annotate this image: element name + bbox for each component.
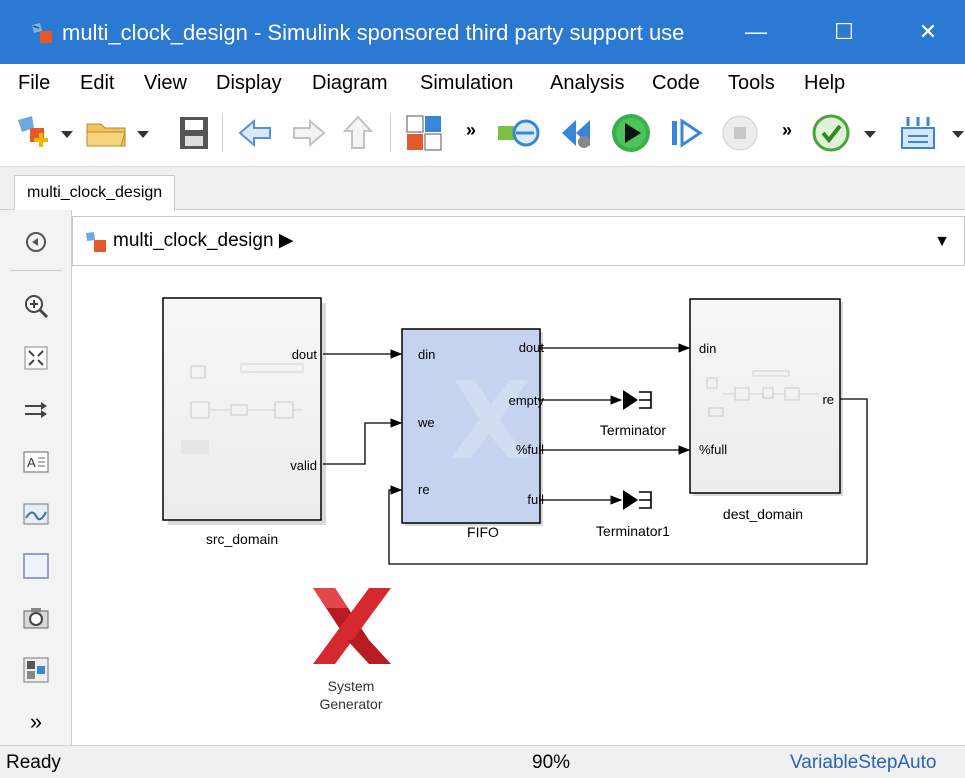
toolbar-overflow-2[interactable]: »: [782, 112, 802, 154]
sysgen-label-line1: System: [328, 678, 375, 694]
src-port-valid-label: valid: [290, 458, 317, 473]
menu-simulation[interactable]: Simulation: [420, 72, 513, 95]
fifo-port-re-label: re: [418, 482, 430, 497]
src-port-dout-label: dout: [292, 347, 318, 362]
fifo-port-we-label: we: [417, 415, 435, 430]
new-model-icon[interactable]: [14, 112, 52, 154]
camera-icon[interactable]: [22, 604, 50, 632]
dest-domain-block[interactable]: din %full re dest_domain: [689, 298, 843, 522]
breadcrumb-model-link[interactable]: multi_clock_design ▶: [113, 229, 293, 252]
breadcrumb-arrow-icon: ▶: [278, 230, 294, 251]
svg-text:A: A: [27, 455, 36, 470]
new-dropdown-icon[interactable]: [58, 112, 76, 154]
forward-arrow-icon[interactable]: [288, 112, 328, 154]
block-diagram: dout valid src_domain din we re dout emp…: [162, 297, 868, 712]
open-folder-icon[interactable]: [84, 112, 128, 154]
zoom-icon[interactable]: [22, 292, 50, 320]
sysgen-label-line2: Generator: [319, 696, 382, 712]
toolbar: » »: [0, 102, 965, 166]
stop-button[interactable]: [718, 112, 762, 154]
src-domain-name: src_domain: [206, 531, 278, 547]
menu-view[interactable]: View: [144, 72, 187, 95]
model-tab-bar: multi_clock_design: [0, 166, 965, 211]
menu-diagram[interactable]: Diagram: [312, 72, 388, 95]
breadcrumb-label: multi_clock_design: [113, 230, 274, 251]
run-button[interactable]: [608, 112, 654, 154]
toolbar-separator: [222, 114, 223, 152]
open-dropdown-icon[interactable]: [134, 112, 152, 154]
image-icon[interactable]: [22, 500, 50, 528]
terminator1-name: Terminator1: [596, 523, 670, 539]
fifo-name: FIFO: [467, 524, 499, 540]
status-solver-link[interactable]: VariableStepAuto: [790, 752, 936, 774]
model-breadcrumb: multi_clock_design ▶ ▼: [72, 216, 965, 266]
menu-edit[interactable]: Edit: [80, 72, 114, 95]
fifo-port-din-label: din: [418, 347, 435, 362]
library-browser-icon[interactable]: [404, 112, 444, 154]
menu-analysis[interactable]: Analysis: [550, 72, 624, 95]
src-domain-block[interactable]: dout valid src_domain: [162, 297, 326, 547]
system-generator-block[interactable]: System Generator: [313, 588, 391, 712]
dest-domain-name: dest_domain: [723, 506, 803, 522]
simulink-app-icon: [30, 22, 54, 44]
model-icon: [85, 231, 107, 253]
palette-expand-icon[interactable]: »: [22, 710, 50, 738]
dest-port-re-label: re: [822, 392, 834, 407]
fifo-port-pctfull-label: %full: [516, 442, 544, 457]
toolbar-separator: [390, 114, 391, 152]
up-arrow-icon[interactable]: [340, 112, 376, 154]
save-icon[interactable]: [176, 112, 212, 154]
maximize-button[interactable]: ☐: [822, 12, 866, 52]
build-icon[interactable]: [898, 112, 938, 154]
dest-port-pctfull-label: %full: [699, 442, 727, 457]
minimize-button[interactable]: —: [734, 12, 778, 52]
terminator-name: Terminator: [600, 422, 666, 438]
area-icon[interactable]: [22, 552, 50, 580]
window-title: multi_clock_design - Simulink sponsored …: [62, 20, 685, 45]
xilinx-logo-icon: [313, 588, 391, 664]
build-dropdown-icon[interactable]: [950, 112, 965, 154]
menu-file[interactable]: File: [18, 72, 50, 95]
fit-to-view-icon[interactable]: [22, 344, 50, 372]
menu-bar: File Edit View Display Diagram Simulatio…: [0, 64, 965, 102]
breadcrumb-dropdown-icon[interactable]: ▼: [934, 233, 950, 251]
status-state: Ready: [6, 752, 61, 773]
terminator1-block[interactable]: Terminator1: [596, 490, 670, 539]
back-arrow-icon[interactable]: [236, 112, 276, 154]
menu-help[interactable]: Help: [804, 72, 845, 95]
fifo-block[interactable]: din we re dout empty %full full FIFO: [401, 328, 545, 540]
route-lines-icon[interactable]: [22, 396, 50, 424]
model-browser-icon[interactable]: [22, 656, 50, 684]
tab-multi-clock-design[interactable]: multi_clock_design: [14, 175, 176, 211]
menu-display[interactable]: Display: [216, 72, 282, 95]
fifo-port-empty-label: empty: [509, 393, 545, 408]
menu-code[interactable]: Code: [652, 72, 700, 95]
annotation-icon[interactable]: A: [22, 448, 50, 476]
step-back-icon[interactable]: [556, 112, 596, 154]
dest-port-din-label: din: [699, 341, 716, 356]
model-canvas[interactable]: dout valid src_domain din we re dout emp…: [73, 268, 965, 745]
palette-divider: [10, 270, 62, 271]
toolbar-overflow-1[interactable]: »: [466, 112, 486, 154]
tool-palette: A »: [0, 210, 72, 745]
status-bar: Ready 90% VariableStepAuto: [0, 745, 965, 778]
status-zoom: 90%: [532, 752, 571, 773]
advisor-dropdown-icon[interactable]: [862, 112, 878, 154]
close-button[interactable]: ✕: [906, 12, 950, 52]
terminator-block[interactable]: Terminator: [600, 390, 666, 438]
menu-tools[interactable]: Tools: [728, 72, 775, 95]
line-valid-to-we[interactable]: [323, 418, 403, 465]
hide-explorer-icon[interactable]: [22, 228, 50, 256]
step-forward-icon[interactable]: [666, 112, 706, 154]
model-config-icon[interactable]: [496, 112, 542, 154]
model-advisor-icon[interactable]: [810, 112, 852, 154]
title-bar: multi_clock_design - Simulink sponsored …: [0, 0, 965, 64]
